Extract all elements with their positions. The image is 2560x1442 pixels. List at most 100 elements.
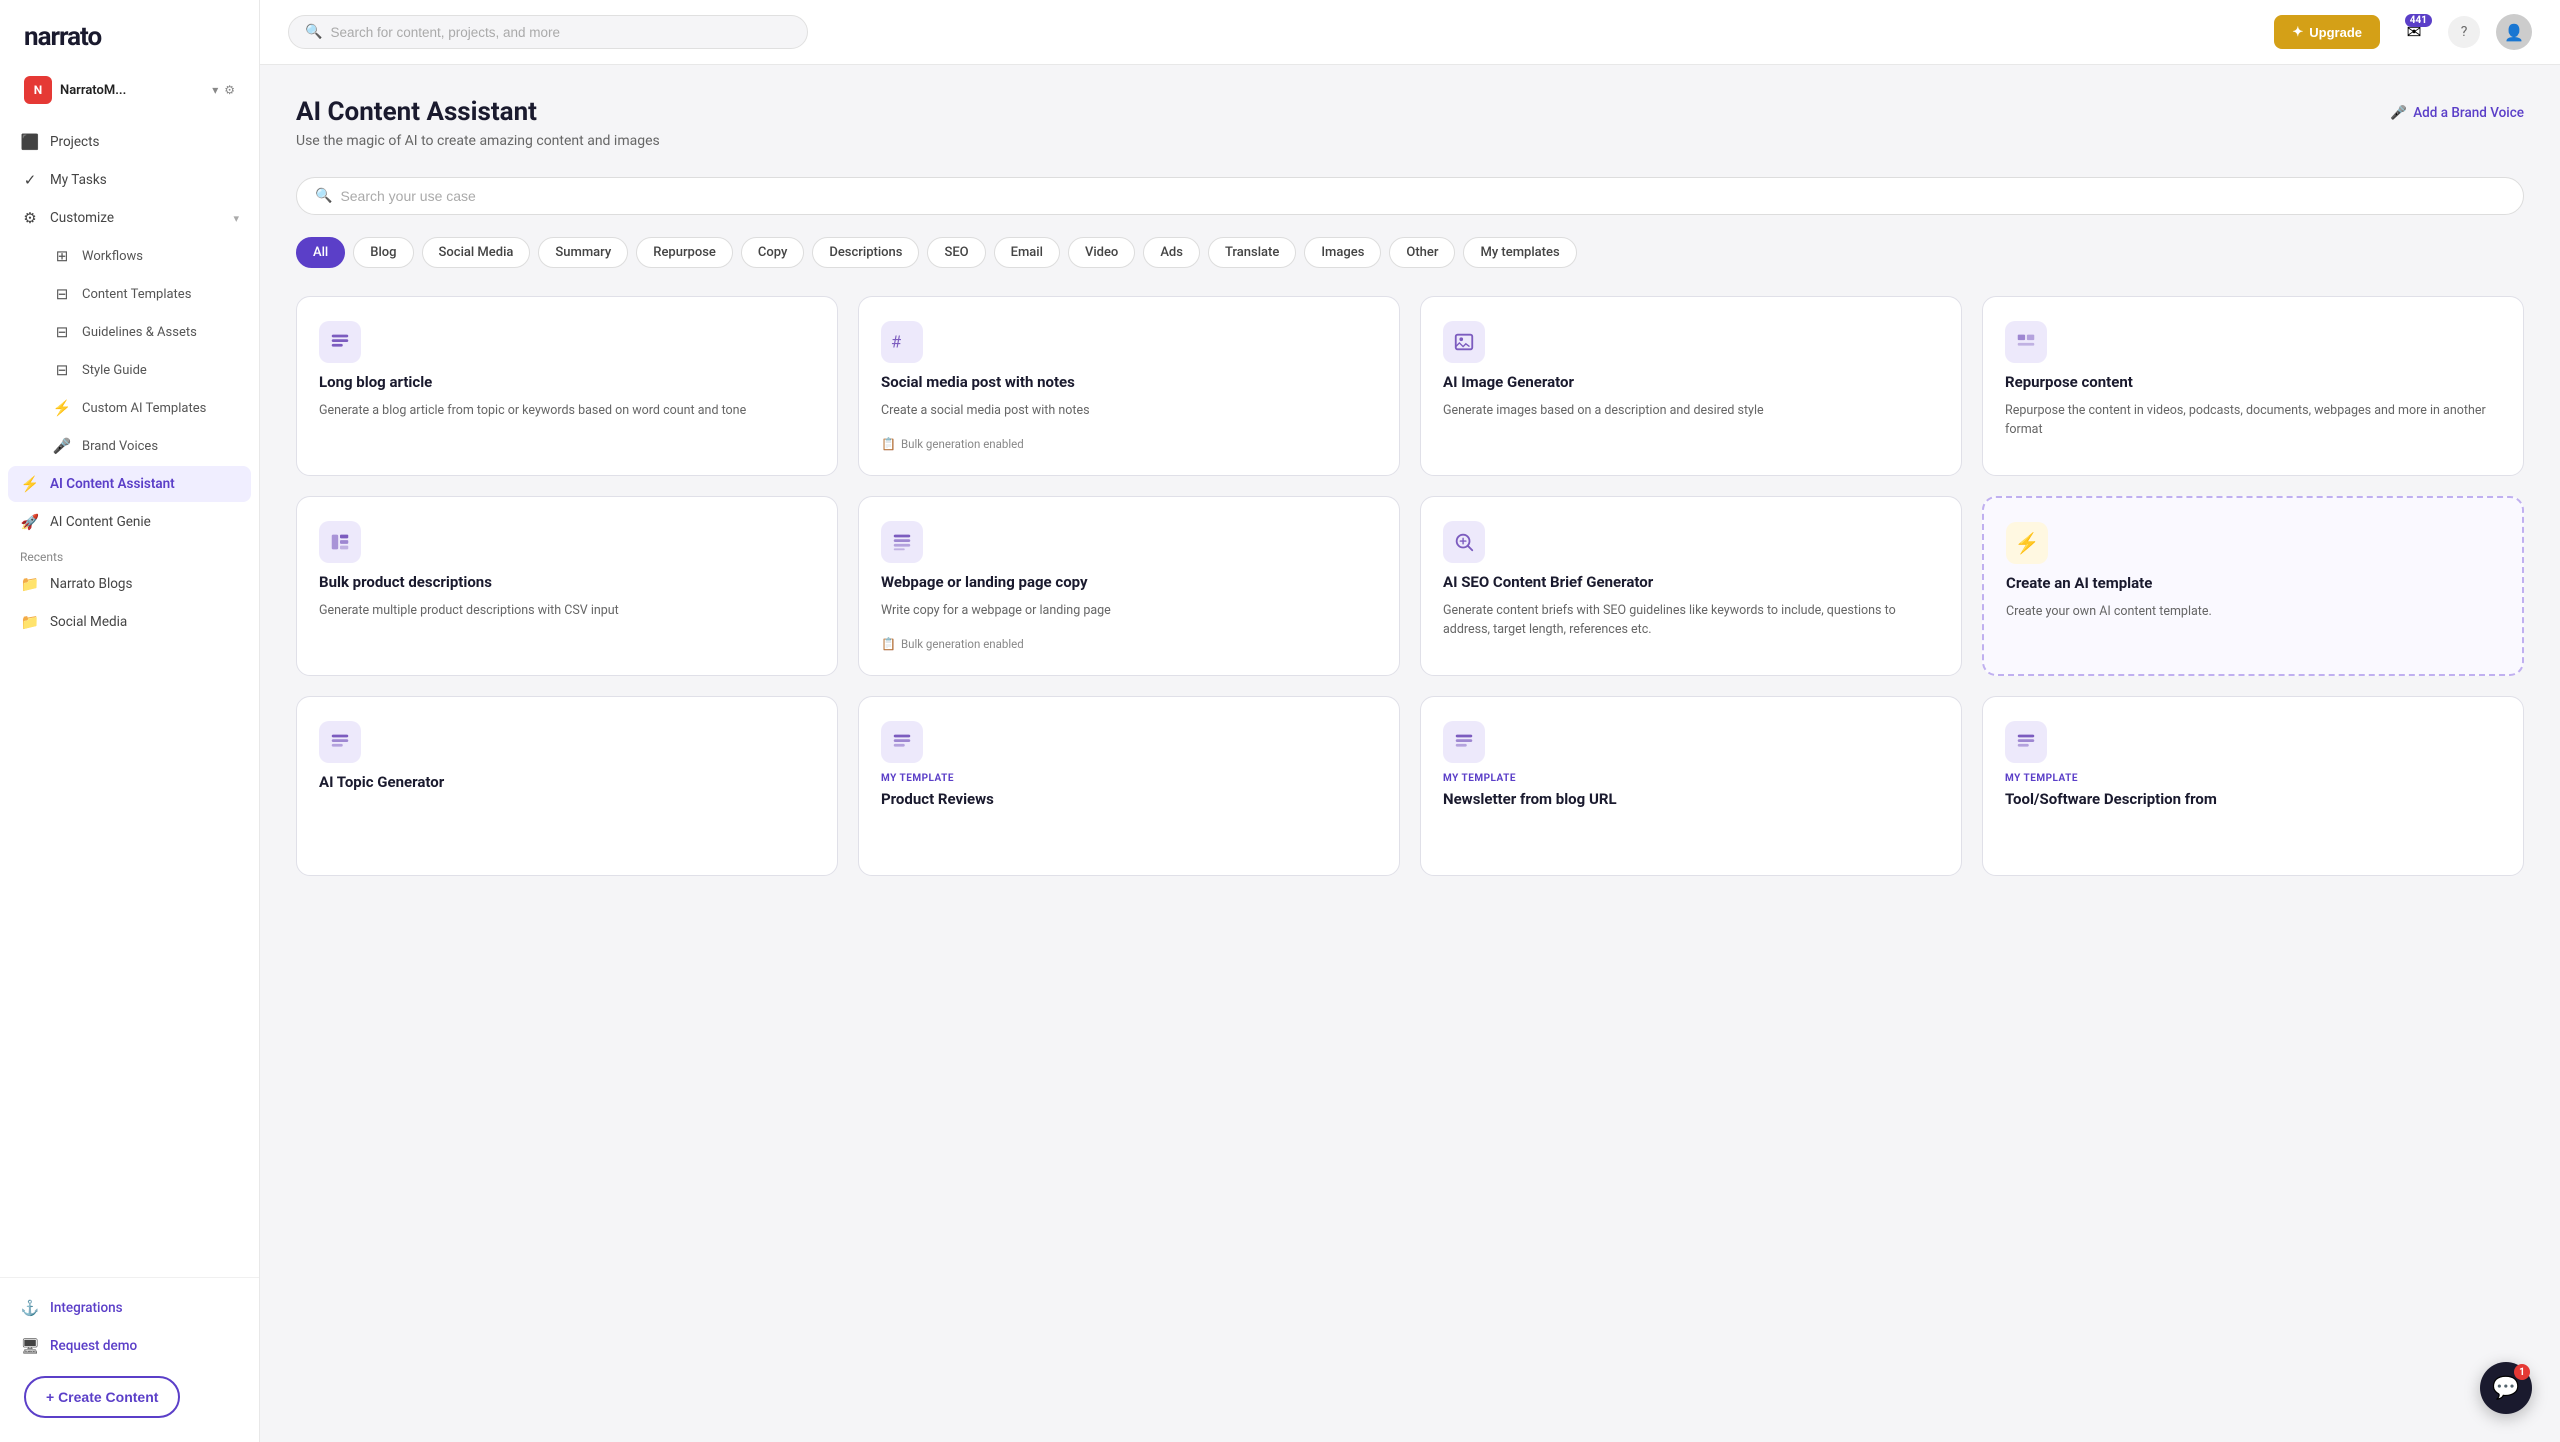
filter-chip-all[interactable]: All bbox=[296, 237, 345, 268]
card-product-reviews[interactable]: MY TEMPLATE Product Reviews bbox=[858, 696, 1400, 876]
rocket-icon: 🚀 bbox=[20, 513, 40, 531]
star-icon: ✦ bbox=[2292, 24, 2303, 40]
chevron-down-icon[interactable]: ▾ bbox=[212, 83, 218, 97]
card-icon-topic bbox=[319, 721, 361, 763]
card-ai-image-generator[interactable]: AI Image Generator Generate images based… bbox=[1420, 296, 1962, 476]
filter-chip-repurpose[interactable]: Repurpose bbox=[636, 237, 733, 268]
card-desc: Generate content briefs with SEO guideli… bbox=[1443, 601, 1939, 640]
guidelines-icon: ⊟ bbox=[52, 323, 72, 341]
card-icon-bulk bbox=[319, 521, 361, 563]
settings-icon[interactable]: ⚙ bbox=[224, 83, 235, 97]
content-templates-icon: ⊟ bbox=[52, 285, 72, 303]
card-title: Tool/Software Description from bbox=[2005, 790, 2501, 808]
user-avatar[interactable]: 👤 bbox=[2496, 14, 2532, 50]
filter-chip-email[interactable]: Email bbox=[994, 237, 1060, 268]
card-desc: Write copy for a webpage or landing page bbox=[881, 601, 1377, 620]
anchor-icon: ⚓ bbox=[20, 1299, 40, 1317]
recents-label: Recents bbox=[8, 542, 251, 566]
card-title: Bulk product descriptions bbox=[319, 573, 815, 591]
workspace-avatar: N bbox=[24, 76, 52, 104]
sidebar-item-workflows[interactable]: ⊞ Workflows bbox=[40, 238, 251, 274]
notifications-button[interactable]: ✉ 441 bbox=[2396, 14, 2432, 50]
chat-icon: 💬 bbox=[2492, 1376, 2519, 1401]
chat-fab-button[interactable]: 💬 1 bbox=[2480, 1362, 2532, 1414]
card-tool-software-description[interactable]: MY TEMPLATE Tool/Software Description fr… bbox=[1982, 696, 2524, 876]
filter-chip-translate[interactable]: Translate bbox=[1208, 237, 1296, 268]
card-icon-webpage bbox=[881, 521, 923, 563]
card-repurpose-content[interactable]: Repurpose content Repurpose the content … bbox=[1982, 296, 2524, 476]
filter-chip-ads[interactable]: Ads bbox=[1143, 237, 1200, 268]
card-title: AI SEO Content Brief Generator bbox=[1443, 573, 1939, 591]
check-icon: ✓ bbox=[20, 171, 40, 189]
filter-chip-copy[interactable]: Copy bbox=[741, 237, 804, 268]
global-search-input[interactable] bbox=[330, 25, 791, 40]
projects-icon: ⬛ bbox=[20, 133, 40, 151]
global-search[interactable]: 🔍 bbox=[288, 15, 808, 49]
my-template-label: MY TEMPLATE bbox=[881, 773, 1377, 784]
workspace-switcher[interactable]: N NarratoM... ▾ ⚙ bbox=[8, 68, 251, 112]
card-create-ai-template[interactable]: ⚡ Create an AI template Create your own … bbox=[1982, 496, 2524, 676]
topbar: 🔍 ✦ Upgrade ✉ 441 ? 👤 bbox=[260, 0, 2560, 65]
sidebar-item-style-guide[interactable]: ⊟ Style Guide bbox=[40, 352, 251, 388]
sidebar-item-projects[interactable]: ⬛ Projects bbox=[8, 124, 251, 160]
add-brand-voice-button[interactable]: 🎤 Add a Brand Voice bbox=[2390, 97, 2524, 129]
filter-chip-social-media[interactable]: Social Media bbox=[422, 237, 531, 268]
card-icon-product-reviews bbox=[881, 721, 923, 763]
sidebar-item-my-tasks[interactable]: ✓ My Tasks bbox=[8, 162, 251, 198]
filter-chip-video[interactable]: Video bbox=[1068, 237, 1135, 268]
copy-icon: 📋 bbox=[881, 437, 896, 451]
sidebar-item-ai-content-assistant[interactable]: ⚡ AI Content Assistant bbox=[8, 466, 251, 502]
filter-chip-my-templates[interactable]: My templates bbox=[1463, 237, 1576, 268]
sidebar-item-custom-ai-templates[interactable]: ⚡ Custom AI Templates bbox=[40, 390, 251, 426]
sidebar-item-brand-voices[interactable]: 🎤 Brand Voices bbox=[40, 428, 251, 464]
sidebar-item-ai-content-genie[interactable]: 🚀 AI Content Genie bbox=[8, 504, 251, 540]
filter-chip-descriptions[interactable]: Descriptions bbox=[812, 237, 919, 268]
card-ai-topic-generator[interactable]: AI Topic Generator bbox=[296, 696, 838, 876]
card-icon-blog bbox=[319, 321, 361, 363]
card-icon-newsletter bbox=[1443, 721, 1485, 763]
help-button[interactable]: ? bbox=[2448, 16, 2480, 48]
cards-grid-row2: Bulk product descriptions Generate multi… bbox=[296, 496, 2524, 676]
sidebar-item-content-templates[interactable]: ⊟ Content Templates bbox=[40, 276, 251, 312]
page-header: AI Content Assistant Use the magic of AI… bbox=[296, 97, 2524, 149]
sidebar-footer: ⚓ Integrations 🖥 Request demo + Create C… bbox=[0, 1277, 259, 1442]
sidebar-item-request-demo[interactable]: 🖥 Request demo bbox=[8, 1328, 251, 1364]
card-newsletter-blog-url[interactable]: MY TEMPLATE Newsletter from blog URL bbox=[1420, 696, 1962, 876]
upgrade-button[interactable]: ✦ Upgrade bbox=[2274, 15, 2380, 49]
sidebar-item-guidelines-assets[interactable]: ⊟ Guidelines & Assets bbox=[40, 314, 251, 350]
workflows-icon: ⊞ bbox=[52, 247, 72, 265]
card-title: Long blog article bbox=[319, 373, 815, 391]
sidebar-item-customize[interactable]: ⚙ Customize ▾ bbox=[8, 200, 251, 236]
card-icon-social: # bbox=[881, 321, 923, 363]
card-webpage-landing-page[interactable]: Webpage or landing page copy Write copy … bbox=[858, 496, 1400, 676]
card-title: Newsletter from blog URL bbox=[1443, 790, 1939, 808]
my-template-label: MY TEMPLATE bbox=[2005, 773, 2501, 784]
filter-chip-seo[interactable]: SEO bbox=[927, 237, 985, 268]
search-icon: 🔍 bbox=[305, 24, 322, 40]
folder-icon: 📁 bbox=[20, 575, 40, 593]
filter-chip-other[interactable]: Other bbox=[1389, 237, 1455, 268]
card-title: Product Reviews bbox=[881, 790, 1377, 808]
use-case-search[interactable]: 🔍 bbox=[296, 177, 2524, 215]
card-social-media-post[interactable]: # Social media post with notes Create a … bbox=[858, 296, 1400, 476]
chevron-down-icon: ▾ bbox=[233, 212, 239, 225]
filter-chip-images[interactable]: Images bbox=[1304, 237, 1381, 268]
card-title: Social media post with notes bbox=[881, 373, 1377, 391]
svg-text:#: # bbox=[891, 334, 901, 353]
card-long-blog-article[interactable]: Long blog article Generate a blog articl… bbox=[296, 296, 838, 476]
create-content-button[interactable]: + Create Content bbox=[24, 1376, 180, 1418]
mic-icon: 🎤 bbox=[2390, 105, 2407, 121]
sidebar-item-integrations[interactable]: ⚓ Integrations bbox=[8, 1290, 251, 1326]
filter-chip-summary[interactable]: Summary bbox=[538, 237, 628, 268]
lightning-icon: ⚡ bbox=[52, 399, 72, 417]
app-logo: narrato bbox=[0, 0, 259, 68]
card-bulk-product-descriptions[interactable]: Bulk product descriptions Generate multi… bbox=[296, 496, 838, 676]
mic-icon: 🎤 bbox=[52, 437, 72, 455]
filter-chip-blog[interactable]: Blog bbox=[353, 237, 413, 268]
sidebar-item-narrato-blogs[interactable]: 📁 Narrato Blogs bbox=[8, 566, 251, 602]
use-case-search-input[interactable] bbox=[340, 188, 2505, 204]
sidebar-item-social-media[interactable]: 📁 Social Media bbox=[8, 604, 251, 640]
topbar-right: ✦ Upgrade ✉ 441 ? 👤 bbox=[2274, 14, 2532, 50]
workspace-name: NarratoM... bbox=[60, 83, 212, 98]
card-ai-seo-brief-generator[interactable]: AI SEO Content Brief Generator Generate … bbox=[1420, 496, 1962, 676]
